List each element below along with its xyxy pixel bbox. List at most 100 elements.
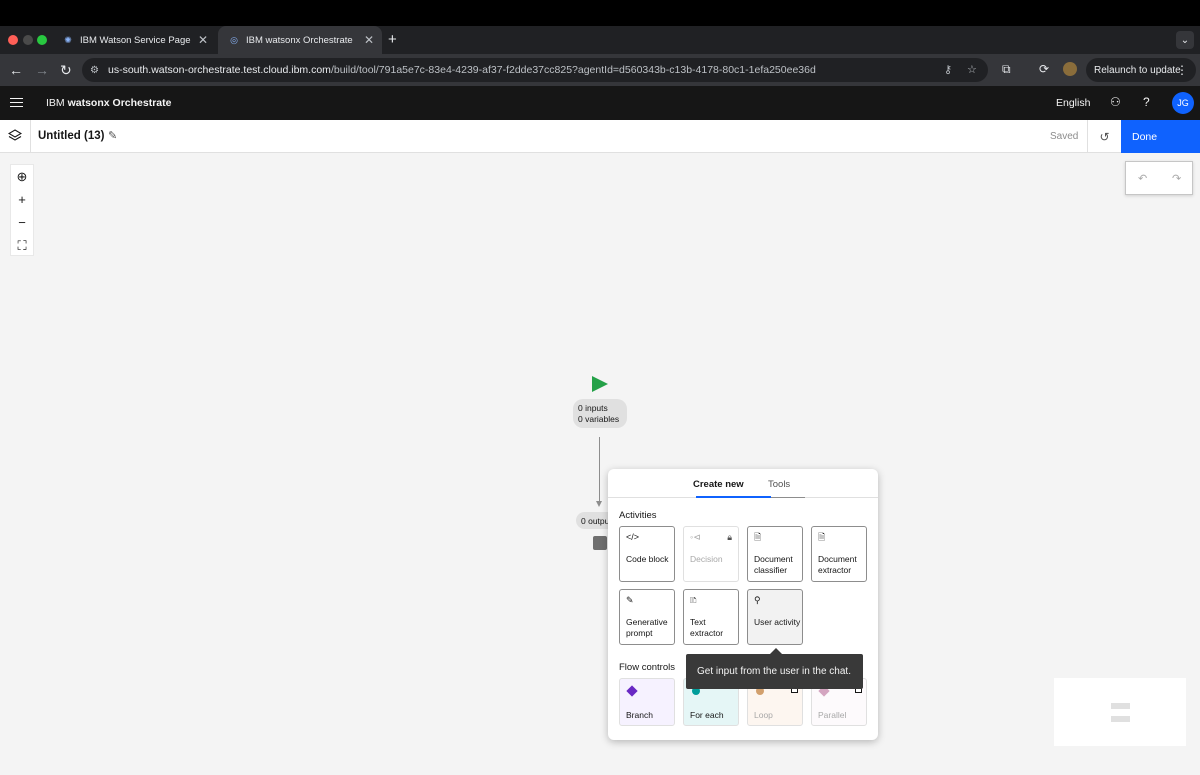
flow-toolbar: Untitled (13) ✎ Saved ↺ Done <box>0 120 1200 153</box>
activity-document-classifier[interactable]: 🗎︎ Document classifier <box>747 526 803 582</box>
start-variables-count: 0 variables <box>578 414 620 424</box>
back-arrow-icon[interactable]: ← <box>9 62 23 78</box>
active-tab-indicator <box>696 496 771 498</box>
decision-icon: ◦⊲ <box>690 532 701 542</box>
activity-label: Document classifier <box>754 554 793 575</box>
maximize-window-button[interactable] <box>37 35 47 45</box>
activity-user-activity[interactable]: ⚲ User activity <box>747 589 803 645</box>
extensions-puzzle-icon[interactable]: ⧉ <box>1002 62 1011 77</box>
save-status: Saved <box>1050 131 1079 142</box>
user-icon: ⚲ <box>754 595 761 605</box>
undo-icon[interactable]: ↶ <box>1138 172 1147 185</box>
activity-label: Text extractor <box>690 617 724 638</box>
tab-underline <box>771 497 805 498</box>
code-icon: </> <box>626 532 640 542</box>
version-history-icon[interactable]: ↺ <box>1087 120 1121 153</box>
fit-to-screen-icon[interactable]: ⛶ <box>11 234 33 257</box>
help-icon[interactable]: ? <box>1143 95 1150 109</box>
node-palette: Create new Tools Activities </> Code blo… <box>608 469 878 740</box>
activity-label: Generative prompt <box>626 617 668 638</box>
minimap-node <box>1111 716 1130 722</box>
forward-arrow-icon[interactable]: → <box>35 62 49 78</box>
browser-tab-orchestrate[interactable]: ◎ IBM watsonx Orchestrate ✕ <box>218 26 382 54</box>
close-window-button[interactable] <box>8 35 18 45</box>
end-node-stop-icon[interactable] <box>593 536 607 550</box>
zoom-out-icon[interactable]: − <box>11 211 33 234</box>
activity-generative-prompt[interactable]: ✎ Generative prompt <box>619 589 675 645</box>
activity-decision: ◦⊲ 🔒︎ Decision <box>683 526 739 582</box>
hamburger-menu-icon[interactable] <box>10 95 23 109</box>
pen-icon: ✎ <box>626 595 634 605</box>
browser-tab-title: IBM watsonx Orchestrate <box>246 34 353 46</box>
flow-control-label: Loop <box>754 710 773 720</box>
undo-redo-panel: ↶ ↷ <box>1125 161 1193 195</box>
edit-pencil-icon[interactable]: ✎ <box>108 129 117 142</box>
zoom-in-icon[interactable]: + <box>11 188 33 211</box>
done-button[interactable]: Done <box>1121 120 1200 153</box>
flow-control-branch[interactable]: Branch <box>619 678 675 726</box>
browser-address-bar: ← → ↻ ⚙ us-south.watson-orchestrate.test… <box>0 54 1200 86</box>
close-tab-icon[interactable]: ✕ <box>198 33 208 47</box>
user-avatar[interactable]: JG <box>1172 92 1194 114</box>
activity-label: Code block <box>626 554 669 564</box>
ibm-favicon-icon: ✺ <box>64 34 72 45</box>
browser-menu-icon[interactable]: ⋮ <box>1176 63 1188 77</box>
browser-tab-watson-service[interactable]: ✺ IBM Watson Service Page ✕ <box>52 26 216 54</box>
reload-icon[interactable]: ↻ <box>60 62 72 79</box>
site-info-icon[interactable]: ⚙ <box>90 65 104 76</box>
lock-icon: 🔒︎ <box>727 532 732 542</box>
activity-label: User activity <box>754 617 801 627</box>
os-menu-bar <box>0 0 1200 26</box>
close-tab-icon[interactable]: ✕ <box>364 33 374 47</box>
new-tab-plus-icon[interactable]: + <box>388 31 397 48</box>
zoom-controls: ⊕ + − ⛶ <box>10 164 34 256</box>
minimap-node <box>1111 703 1130 709</box>
url-text: us-south.watson-orchestrate.test.cloud.i… <box>108 64 816 76</box>
layers-icon <box>8 129 22 141</box>
tab-create-new[interactable]: Create new <box>693 479 744 490</box>
browser-profile-avatar[interactable] <box>1063 62 1077 76</box>
redo-icon[interactable]: ↷ <box>1172 172 1181 185</box>
extension-icon[interactable]: ⟳ <box>1039 62 1049 76</box>
activity-code-block[interactable]: </> Code block <box>619 526 675 582</box>
activities-heading: Activities <box>619 510 657 521</box>
language-selector[interactable]: English <box>1056 97 1090 109</box>
flow-edge-arrow <box>596 501 602 507</box>
tab-search-chevron-icon[interactable]: ⌄ <box>1176 31 1194 49</box>
flow-control-label: For each <box>690 710 724 720</box>
start-node-play-icon[interactable] <box>592 376 608 392</box>
orchestrate-favicon-icon: ◎ <box>230 34 238 45</box>
browser-tab-title: IBM Watson Service Page <box>80 34 191 46</box>
browser-tab-strip: ✺ IBM Watson Service Page ✕ ◎ IBM watson… <box>0 26 1200 54</box>
flow-edge <box>599 437 600 503</box>
flow-control-label: Parallel <box>818 710 847 720</box>
layers-button[interactable] <box>0 120 31 152</box>
bookmark-star-icon[interactable]: ☆ <box>967 63 977 76</box>
activity-label: Document extractor <box>818 554 857 575</box>
minimize-window-button[interactable] <box>23 35 33 45</box>
flow-controls-heading: Flow controls <box>619 662 675 673</box>
text-extractor-icon: 🗈︎ <box>690 595 697 605</box>
tab-tools[interactable]: Tools <box>768 479 790 490</box>
start-inputs-count: 0 inputs <box>578 403 608 413</box>
relaunch-button[interactable]: Relaunch to update ⋮ <box>1086 58 1196 82</box>
start-node-summary[interactable]: 0 inputs 0 variables <box>573 399 627 428</box>
document-extractor-icon: 🗎︎ <box>818 532 826 542</box>
flow-title: Untitled (13) <box>38 130 105 142</box>
user-activity-tooltip: Get input from the user in the chat. <box>686 654 863 689</box>
url-field[interactable]: ⚙ us-south.watson-orchestrate.test.cloud… <box>82 58 988 82</box>
activity-document-extractor[interactable]: 🗎︎ Document extractor <box>811 526 867 582</box>
add-node-icon[interactable]: ⊕ <box>11 165 33 188</box>
product-name[interactable]: IBM watsonx Orchestrate <box>46 97 171 109</box>
app-header: IBM watsonx Orchestrate English ⚇ ? JG <box>0 86 1200 120</box>
flow-control-label: Branch <box>626 710 653 720</box>
relaunch-label: Relaunch to update <box>1094 64 1181 76</box>
password-key-icon[interactable]: ⚷ <box>944 63 952 76</box>
branch-diamond-icon <box>626 685 638 697</box>
user-switch-icon[interactable]: ⚇ <box>1110 95 1121 109</box>
document-classifier-icon: 🗎︎ <box>754 532 762 542</box>
activity-text-extractor[interactable]: 🗈︎ Text extractor <box>683 589 739 645</box>
palette-tabs: Create new Tools <box>608 469 878 498</box>
minimap[interactable] <box>1054 678 1186 746</box>
activity-label: Decision <box>690 554 723 564</box>
